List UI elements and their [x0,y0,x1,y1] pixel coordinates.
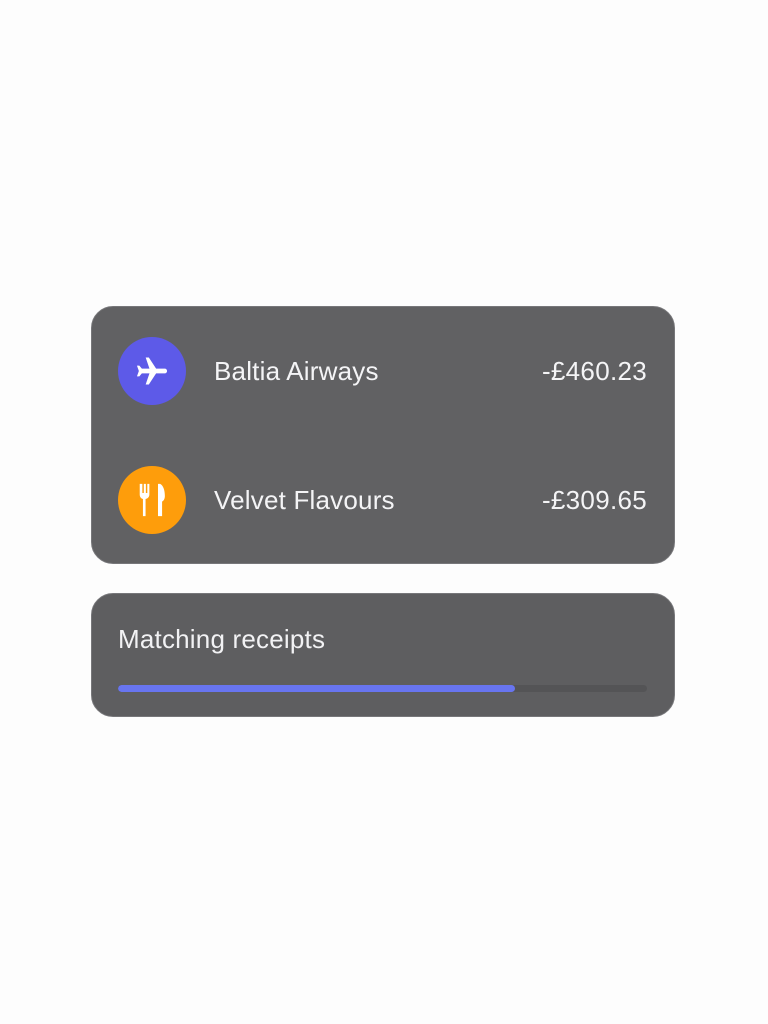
fork-knife-icon [139,483,165,517]
transaction-row[interactable]: Baltia Airways -£460.23 [118,337,647,405]
progress-bar [118,685,647,692]
merchant-name: Baltia Airways [214,355,379,386]
transaction-row[interactable]: Velvet Flavours -£309.65 [118,466,647,534]
progress-bar-fill [118,685,515,692]
fork-knife-icon-badge [118,466,186,534]
progress-label: Matching receipts [118,624,326,654]
airplane-icon [136,357,168,385]
airplane-icon-badge [118,337,186,405]
transactions-card: Baltia Airways -£460.23 Velvet Flavours … [91,306,675,564]
transaction-amount: -£309.65 [541,484,647,515]
transaction-amount: -£460.23 [541,355,647,386]
merchant-name: Velvet Flavours [214,484,395,515]
receipt-matching-card: Matching receipts [91,593,675,717]
page: Baltia Airways -£460.23 Velvet Flavours … [0,0,768,1024]
